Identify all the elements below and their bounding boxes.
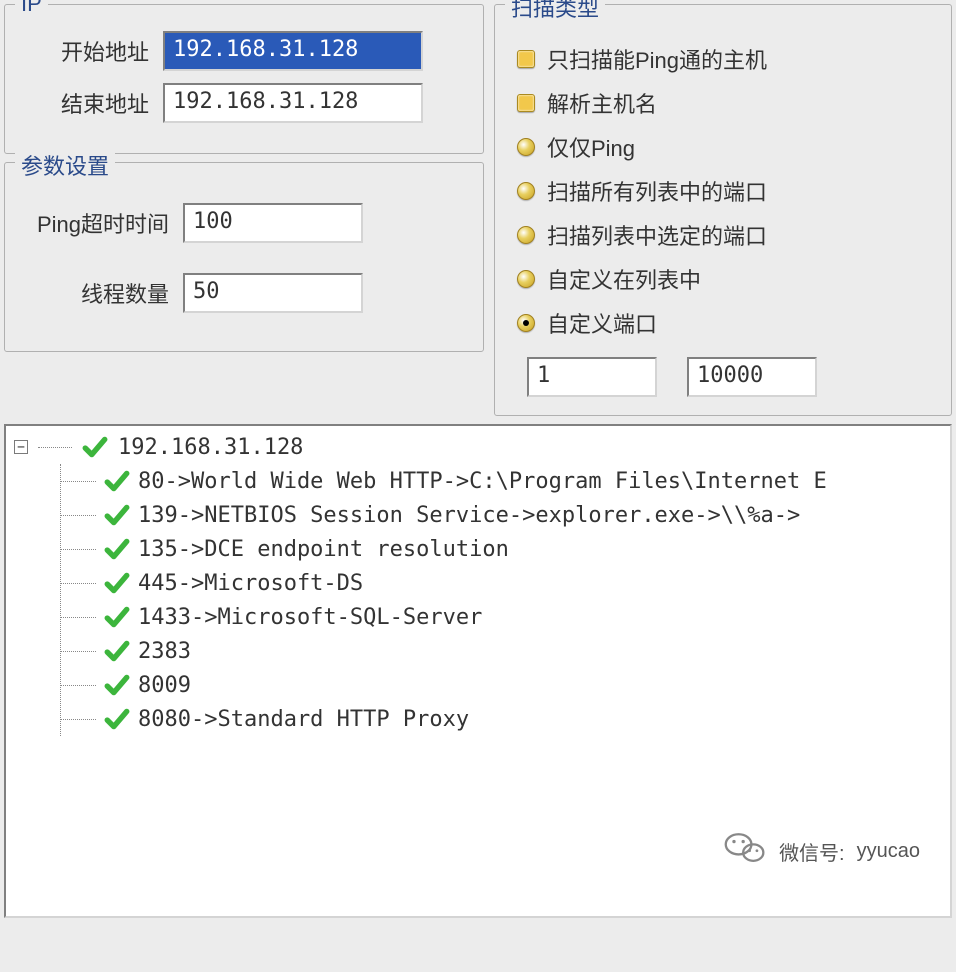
threads-label: 线程数量 <box>19 277 169 309</box>
tree-item-label: 135->DCE endpoint resolution <box>138 537 509 562</box>
tree-item[interactable]: 8080->Standard HTTP Proxy <box>61 702 942 736</box>
tree-item-label: 8009 <box>138 673 191 698</box>
check-icon <box>104 536 130 562</box>
tree-item-label: 1433->Microsoft-SQL-Server <box>138 605 482 630</box>
threads-input[interactable]: 50 <box>183 273 363 313</box>
tree-item-label: 8080->Standard HTTP Proxy <box>138 707 469 732</box>
radio-only-ping-label: 仅仅Ping <box>547 131 635 163</box>
radio-scan-selected-ports-label: 扫描列表中选定的端口 <box>547 219 767 251</box>
check-icon <box>104 706 130 732</box>
ping-timeout-input[interactable]: 100 <box>183 203 363 243</box>
check-icon <box>104 570 130 596</box>
scan-type-group: 扫描类型 只扫描能Ping通的主机 解析主机名 仅仅Ping 扫描所有列表中的端… <box>494 4 952 416</box>
tree-item-label: 2383 <box>138 639 191 664</box>
params-group: 参数设置 Ping超时时间 100 线程数量 50 <box>4 162 484 352</box>
radio-scan-all-ports[interactable] <box>517 182 535 200</box>
ip-group: IP 开始地址 192.168.31.128 结束地址 192.168.31.1… <box>4 4 484 154</box>
params-legend: 参数设置 <box>15 149 115 181</box>
check-icon <box>82 434 108 460</box>
tree-root-label: 192.168.31.128 <box>118 435 303 460</box>
tree-item[interactable]: 1433->Microsoft-SQL-Server <box>61 600 942 634</box>
tree-item[interactable]: 445->Microsoft-DS <box>61 566 942 600</box>
radio-custom-port-label: 自定义端口 <box>547 307 657 339</box>
watermark-label: 微信号: <box>779 837 845 866</box>
check-icon <box>104 672 130 698</box>
start-address-label: 开始地址 <box>19 35 149 67</box>
scan-legend: 扫描类型 <box>505 0 605 23</box>
check-icon <box>104 468 130 494</box>
radio-scan-all-ports-label: 扫描所有列表中的端口 <box>547 175 767 207</box>
end-address-input[interactable]: 192.168.31.128 <box>163 83 423 123</box>
end-address-label: 结束地址 <box>19 87 149 119</box>
tree-item[interactable]: 2383 <box>61 634 942 668</box>
radio-scan-selected-ports[interactable] <box>517 226 535 244</box>
checkbox-ping-only-hosts-label: 只扫描能Ping通的主机 <box>547 43 767 75</box>
start-address-input[interactable]: 192.168.31.128 <box>163 31 423 71</box>
radio-only-ping[interactable] <box>517 138 535 156</box>
port-start-input[interactable]: 1 <box>527 357 657 397</box>
tree-item[interactable]: 135->DCE endpoint resolution <box>61 532 942 566</box>
radio-custom-port[interactable] <box>517 314 535 332</box>
radio-custom-in-list[interactable] <box>517 270 535 288</box>
checkbox-resolve-hostname[interactable] <box>517 94 535 112</box>
ping-timeout-label: Ping超时时间 <box>19 207 169 239</box>
radio-custom-in-list-label: 自定义在列表中 <box>547 263 701 295</box>
watermark-id: yyucao <box>857 840 920 863</box>
watermark: 微信号: yyucao <box>723 826 920 876</box>
tree-item-label: 80->World Wide Web HTTP->C:\Program File… <box>138 469 827 494</box>
checkbox-ping-only-hosts[interactable] <box>517 50 535 68</box>
tree-item-label: 139->NETBIOS Session Service->explorer.e… <box>138 503 800 528</box>
check-icon <box>104 502 130 528</box>
tree-item[interactable]: 80->World Wide Web HTTP->C:\Program File… <box>61 464 942 498</box>
results-tree[interactable]: − 192.168.31.128 80->World Wide Web HTTP… <box>4 424 952 918</box>
check-icon <box>104 638 130 664</box>
checkbox-resolve-hostname-label: 解析主机名 <box>547 87 657 119</box>
ip-legend: IP <box>15 0 48 17</box>
tree-item[interactable]: 139->NETBIOS Session Service->explorer.e… <box>61 498 942 532</box>
port-end-input[interactable]: 10000 <box>687 357 817 397</box>
wechat-icon <box>723 826 767 876</box>
check-icon <box>104 604 130 630</box>
tree-item[interactable]: 8009 <box>61 668 942 702</box>
tree-item-label: 445->Microsoft-DS <box>138 571 363 596</box>
tree-root-row[interactable]: − 192.168.31.128 <box>14 434 942 460</box>
collapse-icon[interactable]: − <box>14 440 28 454</box>
